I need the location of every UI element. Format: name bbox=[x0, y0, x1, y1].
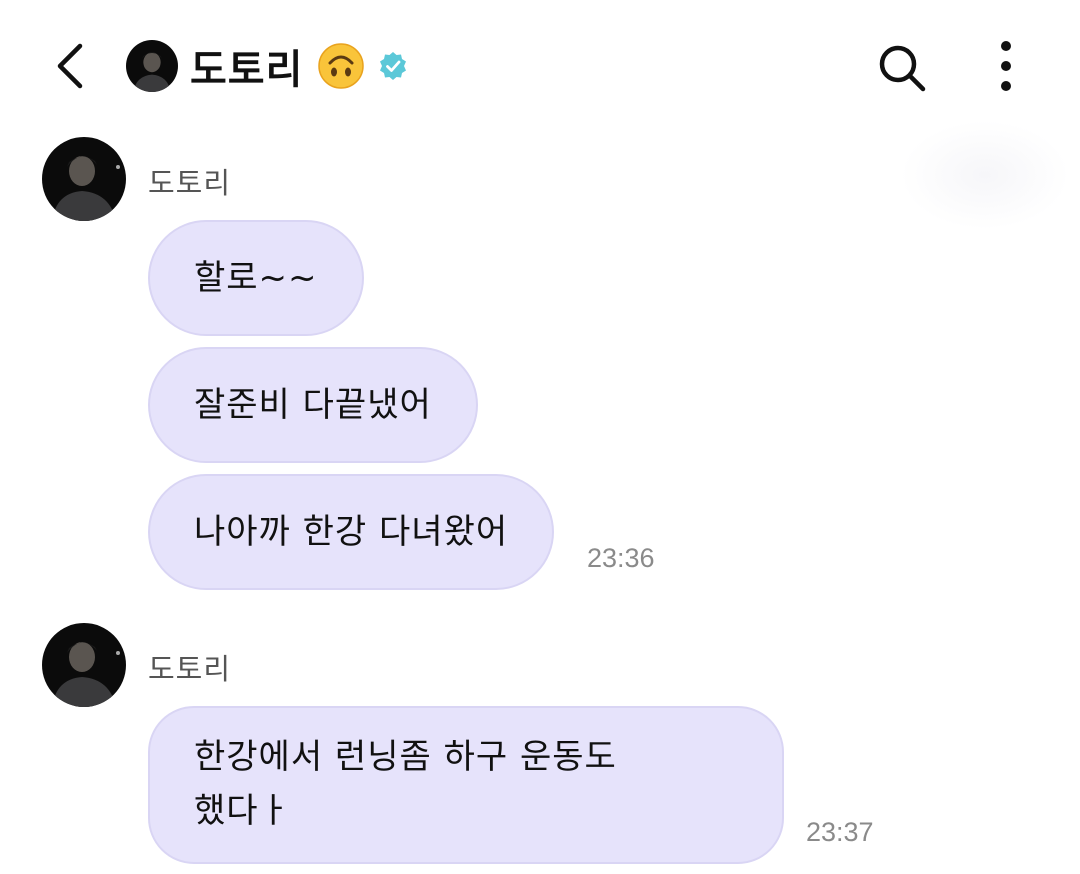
message-text: 한강에서 런닝좀 하구 운동도 했다ㅏ bbox=[194, 730, 617, 838]
message-text: 나아까 한강 다녀왔어 bbox=[194, 512, 509, 552]
search-button[interactable] bbox=[874, 40, 930, 96]
sender-name: 도토리 bbox=[148, 166, 232, 200]
message-timestamp: 23:36 bbox=[587, 543, 655, 573]
avatar-photo bbox=[42, 623, 126, 707]
sender-name: 도토리 bbox=[148, 652, 232, 686]
sender-avatar[interactable] bbox=[42, 137, 126, 221]
back-button[interactable] bbox=[44, 38, 100, 94]
sender-avatar[interactable] bbox=[42, 623, 126, 707]
more-vertical-icon bbox=[1001, 41, 1011, 91]
background-blur bbox=[900, 120, 1070, 230]
header-title: 도토리 bbox=[190, 36, 409, 96]
message-bubble[interactable]: 나아까 한강 다녀왔어 bbox=[148, 474, 555, 590]
back-arrow-icon bbox=[57, 43, 83, 89]
chat-header: 도토리 bbox=[0, 0, 1080, 130]
message-line: 했다ㅏ bbox=[194, 791, 291, 831]
upside-down-face-emoji bbox=[318, 43, 365, 89]
message-bubble[interactable]: 한강에서 런닝좀 하구 운동도 했다ㅏ bbox=[148, 706, 784, 864]
message-text: 잘준비 다끝냈어 bbox=[194, 385, 432, 425]
header-avatar[interactable] bbox=[126, 40, 178, 92]
message-bubble[interactable]: 잘준비 다끝냈어 bbox=[148, 347, 478, 463]
verified-badge-icon bbox=[380, 52, 407, 80]
contact-name: 도토리 bbox=[190, 47, 304, 93]
message-timestamp: 23:37 bbox=[806, 817, 874, 847]
search-icon bbox=[879, 45, 926, 92]
avatar-photo bbox=[126, 40, 178, 92]
more-options-button[interactable] bbox=[984, 38, 1028, 94]
message-line: 한강에서 런닝좀 하구 운동도 bbox=[194, 737, 617, 777]
message-text: 할로~~ bbox=[194, 258, 318, 298]
message-bubble[interactable]: 할로~~ bbox=[148, 220, 364, 336]
avatar-photo bbox=[42, 137, 126, 221]
